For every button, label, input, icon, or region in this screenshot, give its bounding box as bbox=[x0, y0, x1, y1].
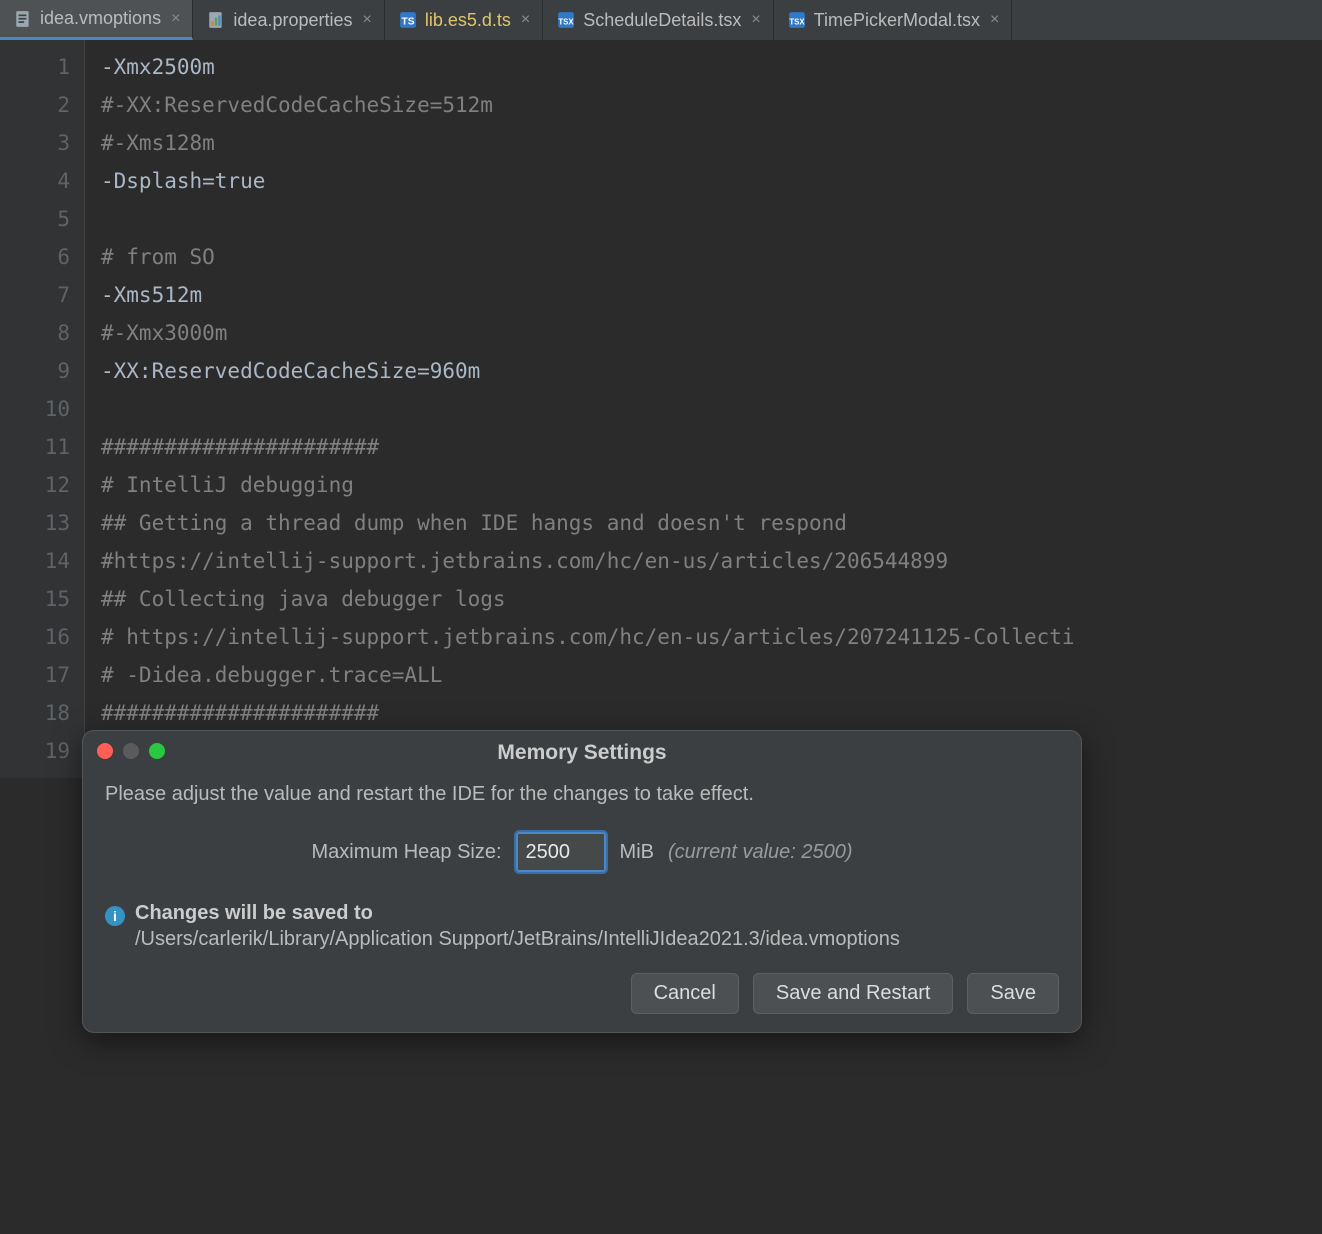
line-number: 15 bbox=[0, 580, 70, 618]
close-window-icon[interactable] bbox=[97, 743, 113, 759]
line-number: 5 bbox=[0, 200, 70, 238]
heap-size-label: Maximum Heap Size: bbox=[311, 841, 501, 864]
code-line[interactable]: #-XX:ReservedCodeCacheSize=512m bbox=[101, 86, 1075, 124]
line-number: 8 bbox=[0, 314, 70, 352]
editor-tab[interactable]: TSX TimePickerModal.tsx × bbox=[774, 0, 1013, 40]
code-line[interactable]: -Xmx2500m bbox=[101, 48, 1075, 86]
line-number: 7 bbox=[0, 276, 70, 314]
line-number: 3 bbox=[0, 124, 70, 162]
close-icon[interactable]: × bbox=[749, 11, 762, 29]
code-line[interactable]: # -Didea.debugger.trace=ALL bbox=[101, 656, 1075, 694]
svg-text:TSX: TSX bbox=[789, 18, 805, 27]
svg-text:TSX: TSX bbox=[559, 18, 575, 27]
line-number: 1 bbox=[0, 48, 70, 86]
line-gutter: 12345678910111213141516171819 bbox=[0, 40, 85, 778]
info-row: i Changes will be saved to bbox=[83, 902, 1081, 926]
code-line[interactable]: #-Xms128m bbox=[101, 124, 1075, 162]
save-button[interactable]: Save bbox=[967, 973, 1059, 1014]
editor-tab[interactable]: TSX ScheduleDetails.tsx × bbox=[543, 0, 773, 40]
window-controls bbox=[97, 743, 165, 759]
heap-current-value: (current value: 2500) bbox=[668, 841, 853, 864]
line-number: 2 bbox=[0, 86, 70, 124]
line-number: 12 bbox=[0, 466, 70, 504]
editor-tabs: idea.vmoptions × idea.properties × TS lib.es5… bbox=[0, 0, 1322, 40]
line-number: 17 bbox=[0, 656, 70, 694]
code-area[interactable]: -Xmx2500m#-XX:ReservedCodeCacheSize=512m… bbox=[85, 40, 1075, 778]
heap-size-row: Maximum Heap Size: MiB (current value: 2… bbox=[105, 832, 1059, 872]
dialog-title: Memory Settings bbox=[497, 741, 666, 765]
editor-tab[interactable]: idea.properties × bbox=[193, 0, 384, 40]
code-line[interactable]: # from SO bbox=[101, 238, 1075, 276]
code-line[interactable]: -XX:ReservedCodeCacheSize=960m bbox=[101, 352, 1075, 390]
code-line[interactable] bbox=[101, 390, 1075, 428]
tab-label: lib.es5.d.ts bbox=[425, 10, 511, 31]
editor-tab[interactable]: TS lib.es5.d.ts × bbox=[385, 0, 543, 40]
code-line[interactable] bbox=[101, 200, 1075, 238]
line-number: 9 bbox=[0, 352, 70, 390]
save-and-restart-button[interactable]: Save and Restart bbox=[753, 973, 954, 1014]
line-number: 4 bbox=[0, 162, 70, 200]
tab-label: idea.properties bbox=[233, 10, 352, 31]
code-line[interactable]: ## Getting a thread dump when IDE hangs … bbox=[101, 504, 1075, 542]
close-icon[interactable]: × bbox=[361, 11, 374, 29]
code-line[interactable]: ###################### bbox=[101, 428, 1075, 466]
line-number: 14 bbox=[0, 542, 70, 580]
tab-label: TimePickerModal.tsx bbox=[814, 10, 980, 31]
code-line[interactable]: #https://intellij-support.jetbrains.com/… bbox=[101, 542, 1075, 580]
info-path: /Users/carlerik/Library/Application Supp… bbox=[83, 928, 1081, 951]
heap-size-unit: MiB bbox=[620, 841, 654, 864]
line-number: 10 bbox=[0, 390, 70, 428]
code-editor[interactable]: 12345678910111213141516171819 -Xmx2500m#… bbox=[0, 40, 1322, 778]
line-number: 11 bbox=[0, 428, 70, 466]
code-line[interactable]: -Xms512m bbox=[101, 276, 1075, 314]
zoom-window-icon[interactable] bbox=[149, 743, 165, 759]
code-line[interactable]: # https://intellij-support.jetbrains.com… bbox=[101, 618, 1075, 656]
line-number: 13 bbox=[0, 504, 70, 542]
dialog-buttons: Cancel Save and Restart Save bbox=[83, 951, 1081, 1014]
editor-tab[interactable]: idea.vmoptions × bbox=[0, 0, 193, 40]
line-number: 16 bbox=[0, 618, 70, 656]
heap-size-input[interactable] bbox=[516, 832, 606, 872]
code-line[interactable]: ###################### bbox=[101, 694, 1075, 732]
close-icon[interactable]: × bbox=[169, 10, 182, 28]
line-number: 19 bbox=[0, 732, 70, 770]
minimize-window-icon bbox=[123, 743, 139, 759]
dialog-intro-text: Please adjust the value and restart the … bbox=[105, 783, 1059, 806]
tab-label: ScheduleDetails.tsx bbox=[583, 10, 741, 31]
code-line[interactable]: ## Collecting java debugger logs bbox=[101, 580, 1075, 618]
line-number: 6 bbox=[0, 238, 70, 276]
cancel-button[interactable]: Cancel bbox=[631, 973, 739, 1014]
close-icon[interactable]: × bbox=[988, 11, 1001, 29]
code-line[interactable]: # IntelliJ debugging bbox=[101, 466, 1075, 504]
memory-settings-dialog: Memory Settings Please adjust the value … bbox=[82, 730, 1082, 1033]
info-title: Changes will be saved to bbox=[135, 902, 373, 925]
code-line[interactable]: #-Xmx3000m bbox=[101, 314, 1075, 352]
close-icon[interactable]: × bbox=[519, 11, 532, 29]
info-icon: i bbox=[105, 906, 125, 926]
tab-label: idea.vmoptions bbox=[40, 8, 161, 29]
dialog-titlebar: Memory Settings bbox=[83, 731, 1081, 775]
code-line[interactable]: -Dsplash=true bbox=[101, 162, 1075, 200]
svg-text:TS: TS bbox=[401, 17, 414, 28]
line-number: 18 bbox=[0, 694, 70, 732]
